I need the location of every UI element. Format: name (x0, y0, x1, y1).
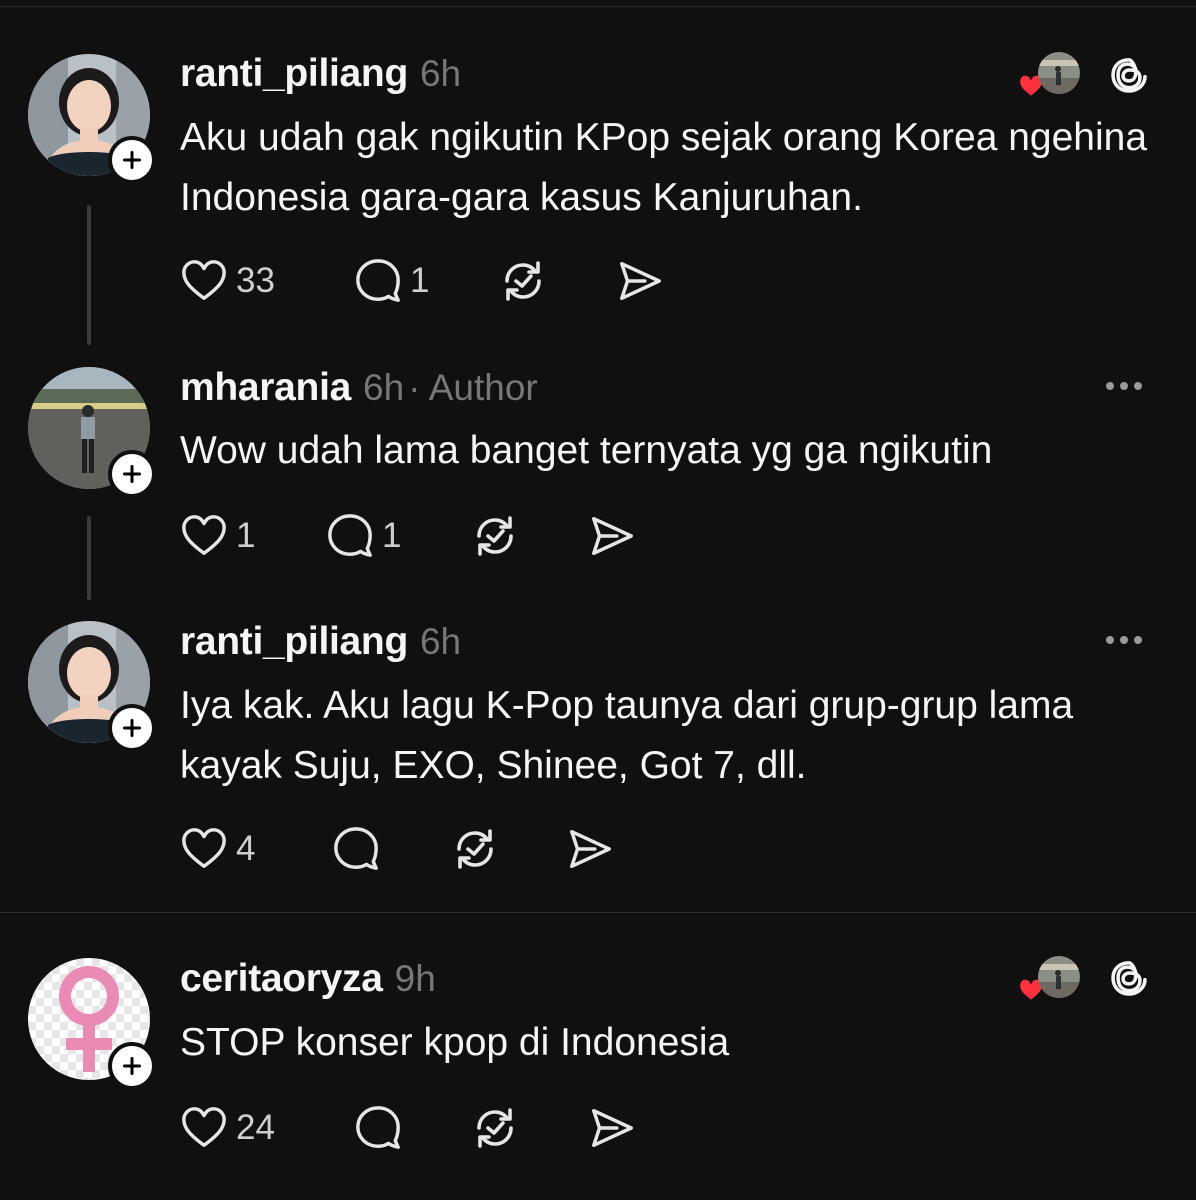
repost-icon (450, 824, 500, 874)
post-header: ranti_piliang 6h (180, 52, 461, 96)
follow-plus-button[interactable] (108, 450, 156, 498)
repost-button[interactable] (450, 824, 500, 874)
like-count: 33 (236, 261, 275, 300)
share-icon (566, 825, 614, 873)
like-count: 1 (236, 516, 256, 555)
share-icon (588, 1104, 636, 1152)
comment-icon (354, 1104, 402, 1152)
reply-count: 1 (410, 261, 430, 300)
like-button[interactable]: 1 (180, 511, 255, 561)
post-divider (0, 912, 1196, 913)
username[interactable]: ranti_piliang (180, 52, 408, 96)
post-text: STOP konser kpop di Indonesia (180, 1021, 730, 1064)
repost-icon (498, 256, 548, 306)
share-icon (616, 257, 664, 305)
reply-button[interactable] (332, 824, 380, 874)
follow-plus-button[interactable] (108, 136, 156, 184)
top-divider (0, 6, 1196, 7)
share-button[interactable] (588, 1103, 636, 1153)
plus-icon (117, 145, 147, 175)
reply-button[interactable] (354, 1103, 402, 1153)
share-button[interactable] (616, 256, 664, 306)
share-button[interactable] (566, 824, 614, 874)
heart-icon (180, 512, 228, 560)
post-text: Iya kak. Aku lagu K-Pop taunya dari grup… (180, 684, 1074, 787)
follow-plus-button[interactable] (108, 704, 156, 752)
share-icon (588, 512, 636, 560)
reply-button[interactable]: 1 (326, 511, 401, 561)
heart-icon (180, 825, 228, 873)
repost-button[interactable] (498, 256, 548, 306)
liker-avatar[interactable] (1038, 52, 1080, 94)
repost-icon (470, 511, 520, 561)
plus-icon (117, 1051, 147, 1081)
thread-line (87, 205, 91, 345)
timestamp: 9h (394, 958, 436, 999)
reply-button[interactable]: 1 (354, 256, 429, 306)
threads-logo-icon[interactable] (1108, 52, 1150, 103)
post-header: ranti_piliang 6h (180, 620, 461, 664)
liker-avatar[interactable] (1038, 956, 1080, 998)
repost-button[interactable] (470, 1103, 520, 1153)
comment-icon (332, 825, 380, 873)
author-label: · Author (408, 367, 538, 408)
plus-icon (117, 459, 147, 489)
repost-icon (470, 1103, 520, 1153)
more-options-button[interactable] (1106, 636, 1142, 644)
plus-icon (117, 713, 147, 743)
like-button[interactable]: 4 (180, 824, 255, 874)
timestamp: 6h (419, 53, 462, 94)
like-count: 24 (236, 1108, 275, 1147)
like-button[interactable]: 24 (180, 1103, 275, 1153)
share-button[interactable] (588, 511, 636, 561)
more-icon (1106, 382, 1114, 390)
comment-icon (326, 512, 374, 560)
heart-icon (180, 257, 228, 305)
post-header: ceritaoryza 9h (180, 957, 436, 1001)
reply-count: 1 (382, 516, 402, 555)
repost-button[interactable] (470, 511, 520, 561)
post-header: mharania 6h · Author (180, 366, 538, 410)
like-button[interactable]: 33 (180, 256, 275, 306)
more-icon (1106, 636, 1114, 644)
timestamp: 6h (363, 367, 405, 408)
threads-logo-icon[interactable] (1108, 955, 1150, 1006)
username[interactable]: ceritaoryza (180, 957, 383, 1001)
comment-icon (354, 257, 402, 305)
post-text: Aku udah gak ngikutin KPop sejak orang K… (180, 116, 1148, 219)
timestamp: 6h (419, 621, 462, 662)
like-count: 4 (236, 829, 256, 868)
more-options-button[interactable] (1106, 382, 1142, 390)
username[interactable]: mharania (180, 366, 351, 410)
heart-icon (180, 1104, 228, 1152)
post-text: Wow udah lama banget ternyata yg ga ngik… (180, 429, 993, 472)
follow-plus-button[interactable] (108, 1042, 156, 1090)
username[interactable]: ranti_piliang (180, 620, 408, 664)
thread-line (87, 516, 91, 600)
